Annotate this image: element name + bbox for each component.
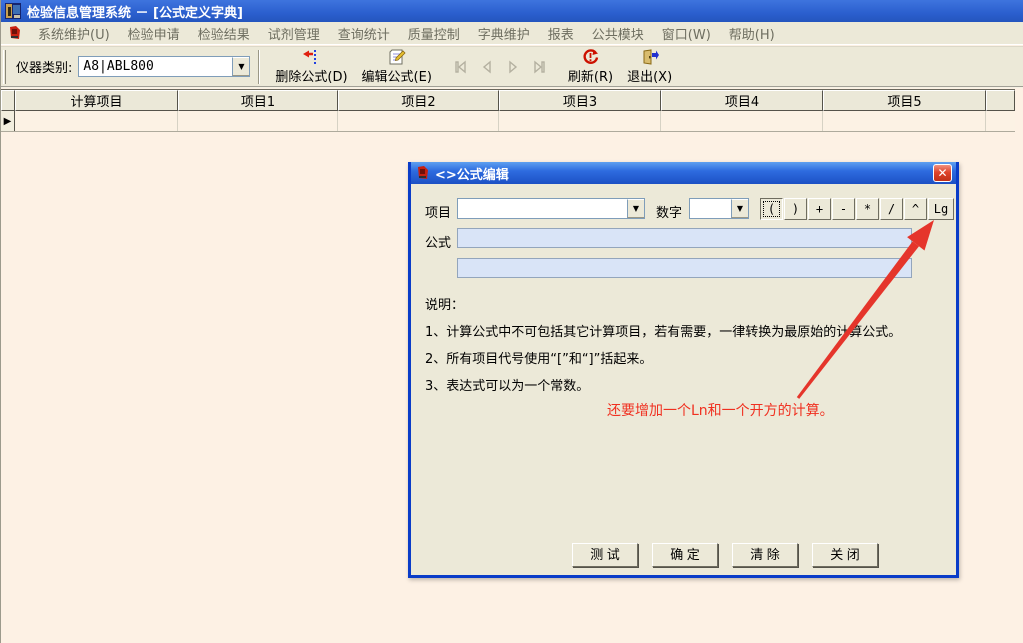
menu-dictionary-maintenance[interactable]: 字典维护 [469, 21, 539, 46]
window-titlebar: 检验信息管理系统 － [公式定义字典] [1, 0, 1023, 22]
item-select-value [458, 199, 627, 218]
delete-formula-icon [303, 49, 317, 64]
col-header-item4[interactable]: 项目4 [661, 90, 823, 111]
menu-query-statistics[interactable]: 查询统计 [329, 21, 399, 46]
dialog-titlebar[interactable]: <>公式编辑 ✕ [411, 162, 956, 184]
last-record-icon[interactable] [531, 59, 547, 75]
edit-formula-button[interactable]: 编辑公式(E) [355, 47, 439, 87]
cell-item4[interactable] [661, 111, 823, 131]
op-paren-close-button[interactable]: ) [784, 198, 807, 220]
close-icon[interactable]: ✕ [933, 164, 952, 182]
menubar: 系统维护(U) 检验申请 检验结果 试剂管理 查询统计 质量控制 字典维护 报表… [1, 22, 1023, 45]
col-header-calc-item[interactable]: 计算项目 [15, 90, 178, 111]
toolbar: 仪器类别: A8|ABL800 ▼ 删除公式(D) 编辑公式(E) 刷新(R) … [1, 46, 1023, 88]
exit-icon [643, 48, 659, 65]
test-button[interactable]: 测 试 [572, 543, 638, 567]
col-header-item1[interactable]: 项目1 [178, 90, 338, 111]
op-divide-button[interactable]: / [880, 198, 903, 220]
menu-reports[interactable]: 报表 [539, 21, 583, 46]
cell-partial [986, 111, 1015, 131]
col-header-item5[interactable]: 项目5 [823, 90, 986, 111]
item-label: 项目 [425, 206, 452, 221]
exit-label: 退出(X) [627, 69, 673, 85]
cell-item5[interactable] [823, 111, 986, 131]
op-plus-button[interactable]: + [808, 198, 831, 220]
number-dropdown-arrow-icon[interactable]: ▼ [731, 199, 748, 218]
op-multiply-button[interactable]: * [856, 198, 879, 220]
edit-formula-label: 编辑公式(E) [361, 69, 432, 85]
menu-test-request[interactable]: 检验申请 [119, 21, 189, 46]
op-lg-button[interactable]: Lg [928, 198, 954, 220]
number-label: 数字 [656, 206, 683, 221]
close-button[interactable]: 关 闭 [812, 543, 878, 567]
first-record-icon[interactable] [453, 59, 469, 75]
op-paren-open-button[interactable]: ( [760, 198, 783, 220]
col-header-partial [986, 90, 1015, 111]
op-minus-button[interactable]: - [832, 198, 855, 220]
formula-label: 公式 [425, 236, 452, 251]
grid-corner-cell [1, 90, 15, 111]
cell-item2[interactable] [338, 111, 499, 131]
window-title: 检验信息管理系统 － [公式定义字典] [27, 5, 243, 21]
formula-input-2[interactable] [457, 258, 912, 278]
annotation-text: 还要增加一个Ln和一个开方的计算。 [607, 403, 834, 419]
refresh-button[interactable]: 刷新(R) [561, 47, 620, 87]
note-1: 1、计算公式中不可包括其它计算项目，若有需要，一律转换为最原始的计算公式。 [425, 325, 902, 340]
formula-input-1[interactable] [457, 228, 912, 248]
menu-quality-control[interactable]: 质量控制 [399, 21, 469, 46]
refresh-label: 刷新(R) [567, 69, 614, 85]
note-3: 3、表达式可以为一个常数。 [425, 379, 590, 394]
menu-help[interactable]: 帮助(H) [720, 21, 784, 46]
menu-test-results[interactable]: 检验结果 [189, 21, 259, 46]
op-power-button[interactable]: ^ [904, 198, 927, 220]
grid-header-row: 计算项目 项目1 项目2 项目3 项目4 项目5 [1, 89, 1015, 111]
dialog-icon [418, 166, 428, 179]
delete-formula-button[interactable]: 删除公式(D) [268, 47, 354, 87]
toolbar-grip[interactable] [3, 49, 6, 84]
toolbar-separator [258, 49, 261, 84]
item-select[interactable]: ▼ [457, 198, 645, 219]
exit-button[interactable]: 退出(X) [620, 47, 679, 87]
instrument-type-value: A8|ABL800 [83, 59, 154, 74]
delete-formula-label: 删除公式(D) [275, 69, 348, 85]
dialog-title: <>公式编辑 [435, 167, 509, 183]
menu-reagent-management[interactable]: 试剂管理 [259, 21, 329, 46]
menu-system-maintenance[interactable]: 系统维护(U) [29, 21, 119, 46]
child-document-icon [10, 26, 20, 39]
formula-edit-dialog: <>公式编辑 ✕ 项目 ▼ 数字 ▼ ( ) + - * / ^ Lg 公式 说… [408, 162, 959, 578]
instrument-dropdown-arrow-icon[interactable]: ▼ [232, 57, 250, 76]
table-row[interactable]: ▶ [1, 111, 1015, 132]
note-2: 2、所有项目代号使用“[”和“]”括起来。 [425, 352, 653, 367]
refresh-icon [583, 48, 599, 64]
col-header-item2[interactable]: 项目2 [338, 90, 499, 111]
cell-item1[interactable] [178, 111, 338, 131]
formula-grid: 计算项目 项目1 项目2 项目3 项目4 项目5 ▶ [1, 89, 1015, 132]
app-icon [5, 3, 21, 19]
cell-item3[interactable] [499, 111, 661, 131]
cell-calc-item[interactable] [15, 111, 178, 131]
menu-common-modules[interactable]: 公共模块 [583, 21, 653, 46]
row-selector-icon: ▶ [1, 111, 15, 131]
col-header-item3[interactable]: 项目3 [499, 90, 661, 111]
instrument-type-label: 仪器类别: [16, 61, 73, 76]
menu-window[interactable]: 窗口(W) [653, 21, 720, 46]
notes-title: 说明： [425, 298, 465, 313]
number-select[interactable]: ▼ [689, 198, 749, 219]
item-dropdown-arrow-icon[interactable]: ▼ [627, 199, 644, 218]
next-record-icon[interactable] [505, 59, 521, 75]
ok-button[interactable]: 确 定 [652, 543, 718, 567]
edit-formula-icon [389, 49, 406, 64]
clear-button[interactable]: 清 除 [732, 543, 798, 567]
previous-record-icon[interactable] [479, 59, 495, 75]
instrument-type-select[interactable]: A8|ABL800 ▼ [78, 56, 251, 77]
number-select-value [690, 199, 731, 218]
record-navigator [453, 59, 547, 75]
